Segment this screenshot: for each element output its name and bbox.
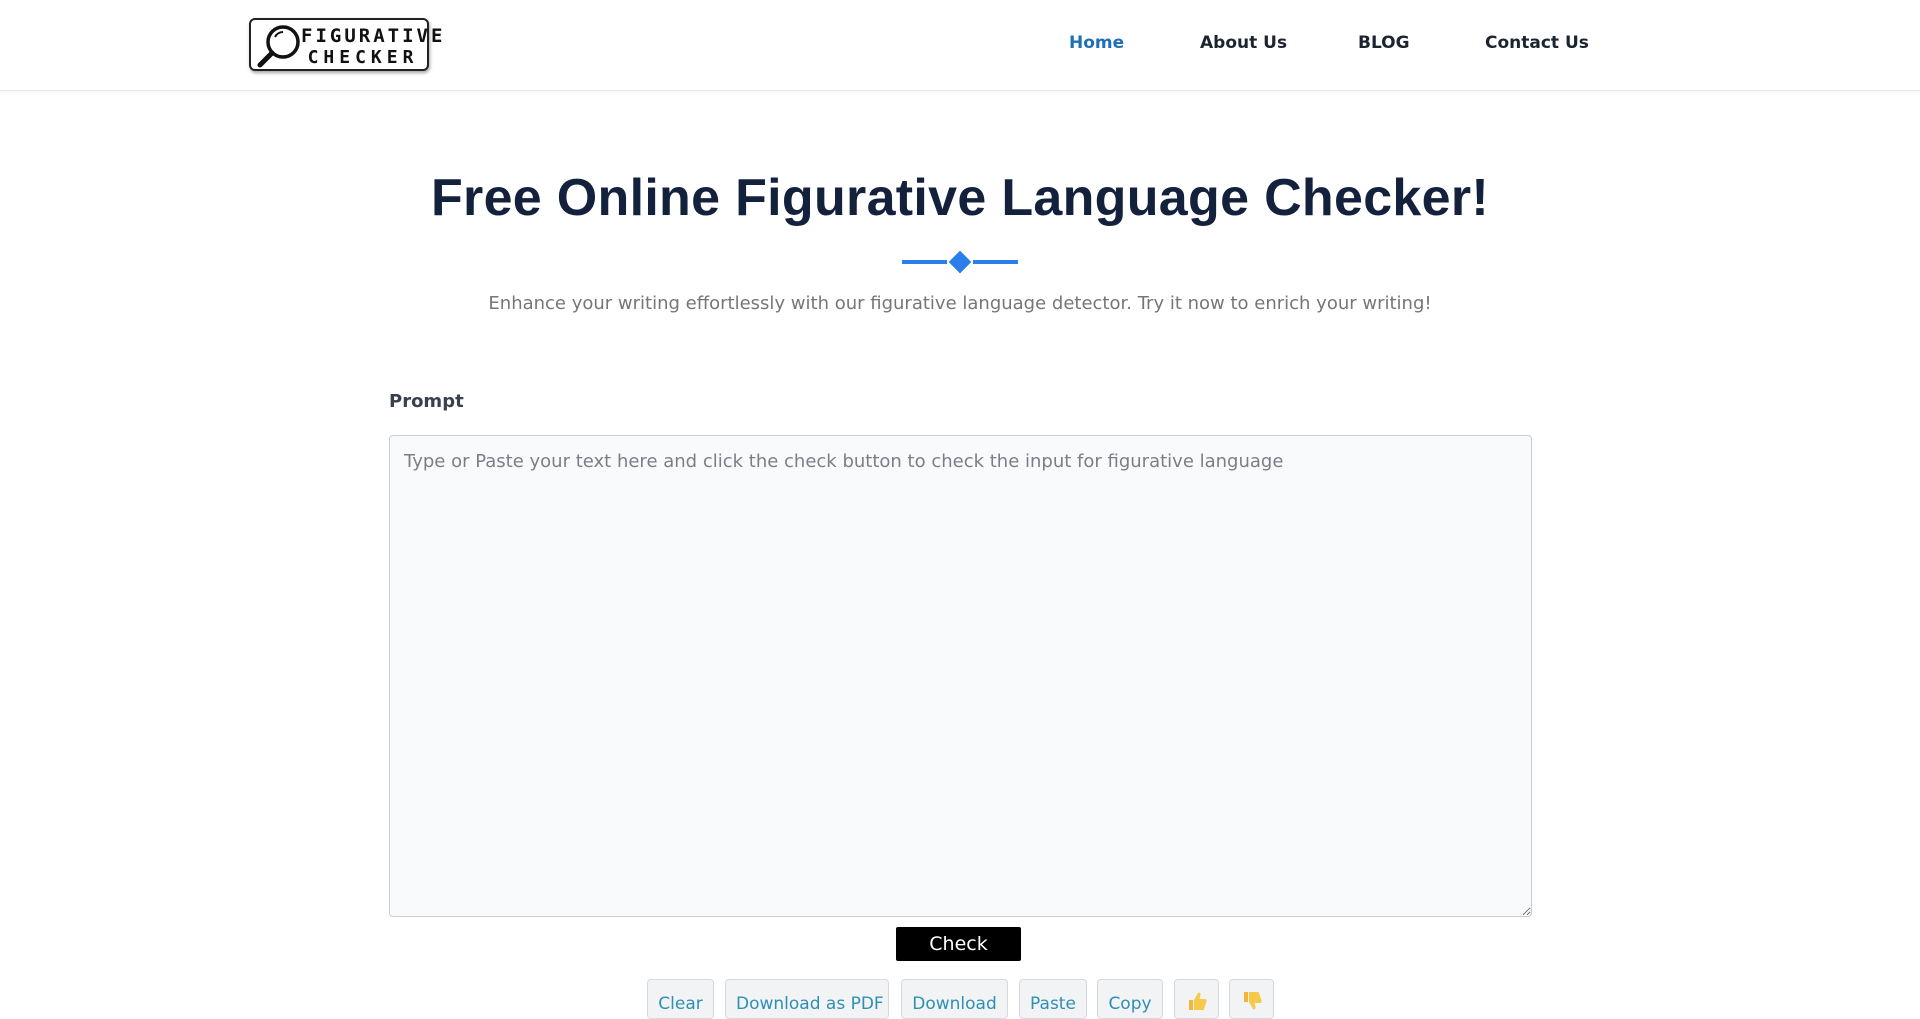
nav-blog[interactable]: BLOG	[1358, 33, 1410, 53]
site-header: FIGURATIVE CHECKER Home About Us BLOG Co…	[0, 0, 1920, 91]
download-pdf-button[interactable]: Download as PDF	[725, 979, 889, 1019]
page-subtitle: Enhance your writing effortlessly with o…	[488, 293, 1432, 314]
thumbs-up-button[interactable]	[1174, 979, 1219, 1019]
prompt-label: Prompt	[389, 391, 464, 412]
clear-button[interactable]: Clear	[647, 979, 714, 1019]
site-logo[interactable]: FIGURATIVE CHECKER	[249, 18, 446, 71]
prompt-textarea[interactable]	[389, 435, 1532, 917]
logo-text-line1: FIGURATIVE	[301, 25, 446, 47]
nav-about-us[interactable]: About Us	[1200, 33, 1287, 53]
copy-button[interactable]: Copy	[1097, 979, 1163, 1019]
check-button[interactable]: Check	[896, 927, 1021, 961]
nav-home[interactable]: Home	[1069, 33, 1124, 53]
logo-text-line2: CHECKER	[307, 47, 419, 68]
thumbs-down-button[interactable]	[1229, 979, 1274, 1019]
page-title: Free Online Figurative Language Checker!	[430, 169, 1490, 227]
download-button[interactable]: Download	[901, 979, 1008, 1019]
magnifier-icon	[257, 25, 300, 68]
paste-button[interactable]: Paste	[1019, 979, 1087, 1019]
nav-contact-us[interactable]: Contact Us	[1485, 33, 1589, 53]
title-divider	[902, 250, 1018, 274]
